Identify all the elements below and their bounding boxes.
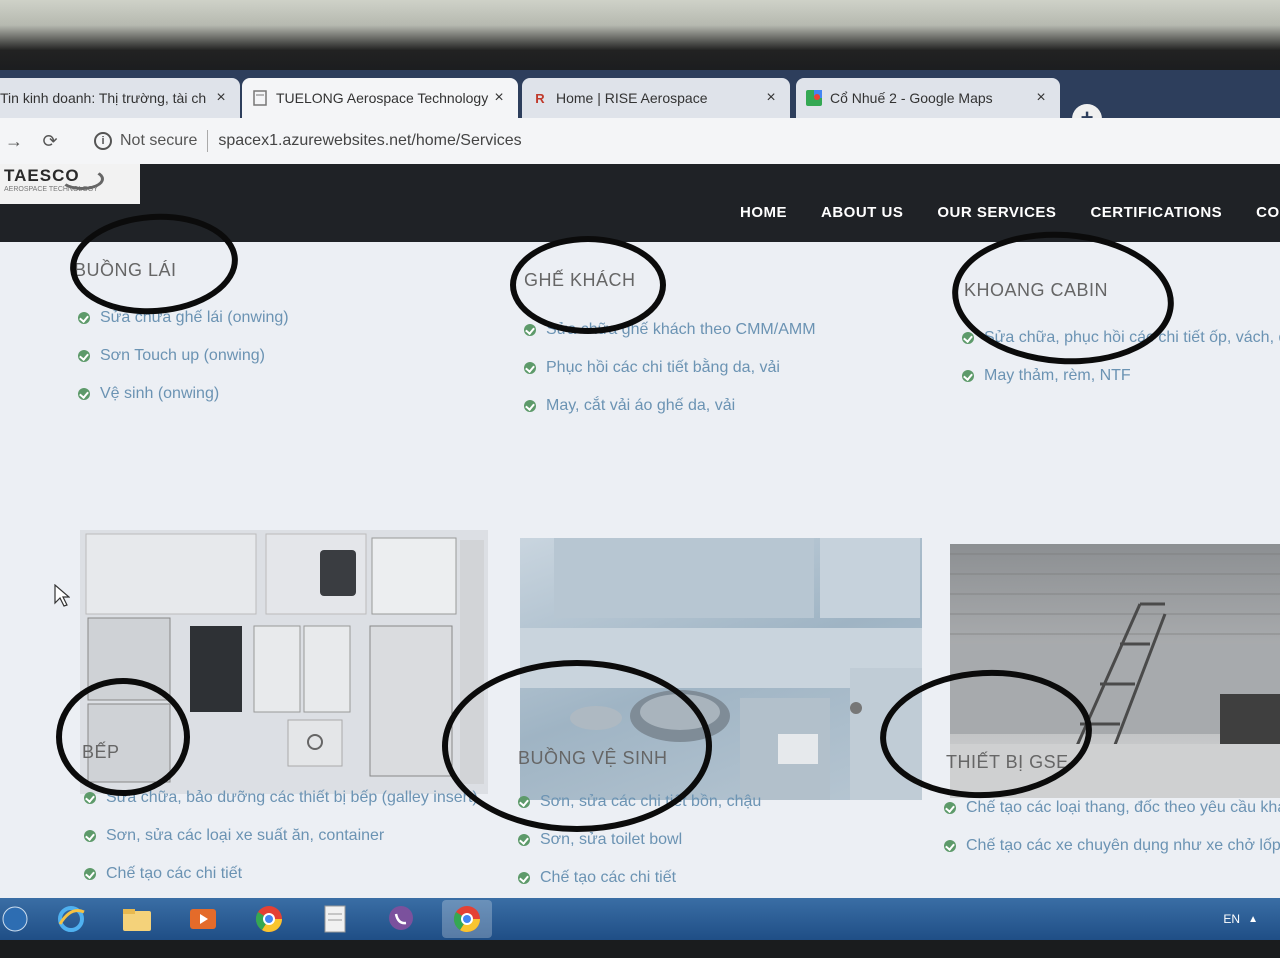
- list-item-text: May thảm, rèm, NTF: [984, 367, 1131, 384]
- list-item-text: Chế tạo các xe chuyên dụng như xe chở lố…: [966, 837, 1280, 854]
- check-icon: [944, 802, 956, 814]
- handwritten-circle: [56, 678, 190, 796]
- check-icon: [944, 840, 956, 852]
- logo-swoosh-icon: [60, 168, 104, 190]
- reload-icon[interactable]: ⟳: [36, 131, 64, 152]
- mouse-cursor-icon: [54, 584, 70, 607]
- service-list-buong-lai: Sửa chữa ghế lái (onwing) Sơn Touch up (…: [78, 308, 289, 422]
- site-logo[interactable]: TAESCO AEROSPACE TECHNOLOGY: [0, 164, 140, 204]
- check-icon: [84, 792, 96, 804]
- check-icon: [84, 830, 96, 842]
- check-icon: [524, 362, 536, 374]
- list-item: May thảm, rèm, NTF: [962, 366, 1280, 404]
- close-icon[interactable]: ×: [490, 89, 508, 107]
- tab-title: Home | RISE Aerospace: [556, 90, 708, 106]
- list-item: Phục hồi các chi tiết bằng da, vải: [524, 358, 816, 396]
- handwritten-circle: [442, 660, 712, 832]
- nav-about-us[interactable]: ABOUT US: [821, 204, 903, 221]
- check-icon: [524, 400, 536, 412]
- nav-our-services[interactable]: OUR SERVICES: [937, 204, 1056, 221]
- list-item: Sửa chữa, bảo dưỡng các thiết bị bếp (ga…: [84, 788, 478, 826]
- list-item-text: Sơn, sửa các loại xe suất ăn, container: [106, 827, 385, 844]
- list-item: May, cắt vải áo ghế da, vải: [524, 396, 816, 434]
- notepad-icon[interactable]: [310, 900, 360, 938]
- list-item-text: Vệ sinh (onwing): [100, 385, 220, 402]
- chrome-icon[interactable]: [244, 900, 294, 938]
- close-icon[interactable]: ×: [762, 89, 780, 107]
- list-item-text: Phục hồi các chi tiết bằng da, vải: [546, 359, 780, 376]
- tab-title: Tin kinh doanh: Thị trường, tài ch: [0, 90, 207, 106]
- chrome-active-icon[interactable]: [442, 900, 492, 938]
- tab-tin-kinh-doanh[interactable]: Tin kinh doanh: Thị trường, tài ch ×: [0, 78, 240, 118]
- nav-contact[interactable]: CONT: [1256, 204, 1280, 221]
- check-icon: [962, 370, 974, 382]
- check-icon: [524, 324, 536, 336]
- service-list-thiet-bi-gse: Chế tạo các loại thang, đốc theo yêu cầu…: [944, 798, 1280, 874]
- check-icon: [78, 350, 90, 362]
- close-icon[interactable]: ×: [212, 89, 230, 107]
- list-item-text: Sơn Touch up (onwing): [100, 347, 265, 364]
- media-player-icon[interactable]: [178, 900, 228, 938]
- close-icon[interactable]: ×: [1032, 89, 1050, 107]
- list-item-text: Sơn, sửa toilet bowl: [540, 831, 683, 848]
- check-icon: [78, 312, 90, 324]
- info-icon[interactable]: i: [94, 132, 112, 150]
- list-item: Sơn, sửa các loại xe suất ăn, container: [84, 826, 478, 864]
- security-label[interactable]: Not secure: [120, 132, 197, 150]
- nav-home[interactable]: HOME: [740, 204, 787, 221]
- address-bar: → ⟳ i Not secure spacex1.azurewebsites.n…: [0, 118, 1280, 164]
- list-item-text: Sửa chữa, bảo dưỡng các thiết bị bếp (ga…: [106, 789, 478, 806]
- check-icon: [962, 332, 974, 344]
- maps-icon: [806, 90, 822, 106]
- nav-certifications[interactable]: CERTIFICATIONS: [1090, 204, 1222, 221]
- list-item: Chế tạo các loại thang, đốc theo yêu cầu…: [944, 798, 1280, 836]
- check-icon: [518, 872, 530, 884]
- list-item: Chế tạo các chi tiết: [84, 864, 478, 902]
- list-item-text: Chế tạo các loại thang, đốc theo yêu cầu…: [966, 799, 1280, 816]
- viber-icon[interactable]: [376, 900, 426, 938]
- list-item: Sơn, sửa toilet bowl: [518, 830, 761, 868]
- list-item-text: May, cắt vải áo ghế da, vải: [546, 397, 736, 414]
- language-indicator[interactable]: EN: [1223, 912, 1240, 926]
- rise-icon: R: [535, 90, 545, 106]
- divider: [207, 130, 209, 152]
- list-item: Vệ sinh (onwing): [78, 384, 289, 422]
- monitor-bezel-bottom: [0, 940, 1280, 958]
- service-list-bep: Sửa chữa, bảo dưỡng các thiết bị bếp (ga…: [84, 788, 478, 902]
- internet-explorer-icon[interactable]: [46, 900, 96, 938]
- check-icon: [78, 388, 90, 400]
- handwritten-circle: [510, 236, 666, 334]
- start-icon[interactable]: [0, 900, 30, 938]
- url-field[interactable]: spacex1.azurewebsites.net/home/Services: [218, 132, 521, 150]
- file-explorer-icon[interactable]: [112, 900, 162, 938]
- list-item: Sơn Touch up (onwing): [78, 346, 289, 384]
- tab-tuelong[interactable]: TUELONG Aerospace Technology ×: [242, 78, 518, 118]
- page-icon: [252, 90, 268, 106]
- forward-icon[interactable]: →: [0, 131, 28, 152]
- list-item-text: Chế tạo các chi tiết: [106, 865, 243, 882]
- check-icon: [84, 868, 96, 880]
- tray-arrow-icon[interactable]: ▲: [1248, 914, 1258, 925]
- service-list-ghe-khach: Sửa chữa ghế khách theo CMM/AMM Phục hồi…: [524, 320, 816, 434]
- list-item: Sửa chữa ghế lái (onwing): [78, 308, 289, 346]
- tab-title: TUELONG Aerospace Technology: [276, 90, 489, 106]
- monitor-bezel: [0, 0, 1280, 72]
- list-item: Chế tạo các xe chuyên dụng như xe chở lố…: [944, 836, 1280, 874]
- list-item-text: Chế tạo các chi tiết: [540, 869, 677, 886]
- tab-title: Cổ Nhuế 2 - Google Maps: [830, 90, 993, 106]
- tab-google-maps[interactable]: Cổ Nhuế 2 - Google Maps ×: [796, 78, 1060, 118]
- tab-rise-aerospace[interactable]: R Home | RISE Aerospace ×: [522, 78, 790, 118]
- check-icon: [518, 834, 530, 846]
- main-nav: HOME ABOUT US OUR SERVICES CERTIFICATION…: [740, 204, 1280, 221]
- windows-taskbar: EN ▲: [0, 898, 1280, 940]
